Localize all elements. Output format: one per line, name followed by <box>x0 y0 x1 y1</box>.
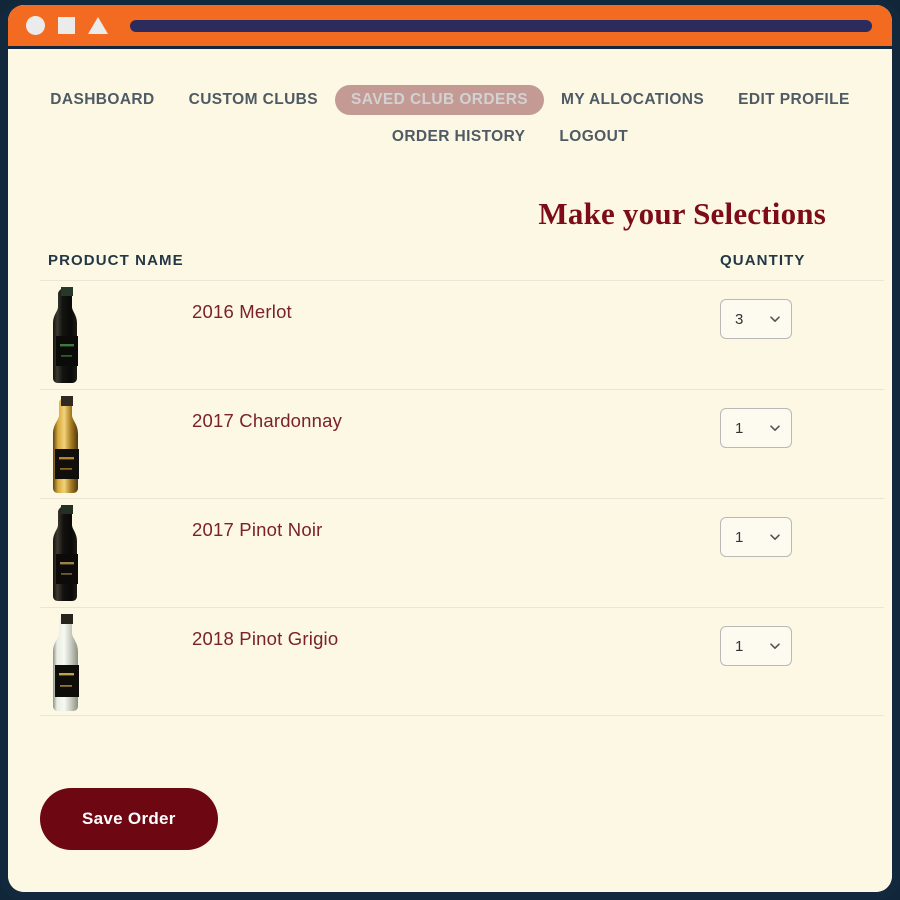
red-bottle-icon <box>53 286 78 383</box>
column-header-quantity: QUANTITY <box>720 252 806 269</box>
white-gold-bottle-icon <box>53 395 79 493</box>
quantity-value: 1 <box>735 419 744 437</box>
product-cell: 2018 Pinot Grigio <box>40 608 720 711</box>
browser-window: DASHBOARD CUSTOM CLUBS SAVED CLUB ORDERS… <box>0 0 900 900</box>
column-header-product-name: PRODUCT NAME <box>48 252 184 269</box>
chevron-down-icon <box>770 425 780 431</box>
product-name-link[interactable]: 2018 Pinot Grigio <box>192 608 338 650</box>
browser-titlebar <box>8 5 892 49</box>
window-controls <box>26 16 108 35</box>
quantity-select[interactable]: 1 <box>720 626 792 666</box>
quantity-value: 1 <box>735 637 744 655</box>
nav-row-secondary: ORDER HISTORY LOGOUT <box>8 123 892 151</box>
product-cell: 2016 Merlot <box>40 281 720 383</box>
product-thumbnail[interactable] <box>48 281 86 383</box>
save-order-button[interactable]: Save Order <box>40 788 218 850</box>
nav-item-dashboard[interactable]: DASHBOARD <box>33 86 171 114</box>
column-product: PRODUCT NAME <box>40 252 720 270</box>
quantity-cell: 3 <box>720 281 884 339</box>
quantity-select[interactable]: 3 <box>720 299 792 339</box>
main-navigation: DASHBOARD CUSTOM CLUBS SAVED CLUB ORDERS… <box>8 49 892 150</box>
product-cell: 2017 Chardonnay <box>40 390 720 493</box>
chevron-down-icon <box>770 316 780 322</box>
quantity-cell: 1 <box>720 390 884 448</box>
address-bar[interactable] <box>130 19 872 32</box>
red-bottle-icon <box>53 504 78 601</box>
table-row: 2017 Chardonnay 1 <box>40 389 884 498</box>
nav-row-primary: DASHBOARD CUSTOM CLUBS SAVED CLUB ORDERS… <box>8 85 892 115</box>
table-row: 2018 Pinot Grigio 1 <box>40 607 884 716</box>
nav-item-my-allocations[interactable]: MY ALLOCATIONS <box>544 86 721 114</box>
quantity-cell: 1 <box>720 499 884 557</box>
quantity-value: 1 <box>735 528 744 546</box>
product-name-link[interactable]: 2016 Merlot <box>192 281 292 323</box>
table-row: 2016 Merlot 3 <box>40 280 884 389</box>
triangle-icon[interactable] <box>88 17 108 34</box>
page-title: Make your Selections <box>538 196 826 231</box>
product-thumbnail[interactable] <box>48 499 86 601</box>
browser-viewport: DASHBOARD CUSTOM CLUBS SAVED CLUB ORDERS… <box>8 5 892 892</box>
nav-item-logout[interactable]: LOGOUT <box>542 123 645 151</box>
product-name-link[interactable]: 2017 Pinot Noir <box>192 499 323 541</box>
clear-bottle-icon <box>53 613 79 711</box>
quantity-select[interactable]: 1 <box>720 408 792 448</box>
selections-table: PRODUCT NAME QUANTITY 2016 Merlot 3 2017… <box>8 252 892 716</box>
quantity-cell: 1 <box>720 608 884 666</box>
circle-icon[interactable] <box>26 16 45 35</box>
page-content: DASHBOARD CUSTOM CLUBS SAVED CLUB ORDERS… <box>8 49 892 892</box>
table-row: 2017 Pinot Noir 1 <box>40 498 884 607</box>
nav-item-saved-club-orders[interactable]: SAVED CLUB ORDERS <box>335 85 545 115</box>
nav-item-custom-clubs[interactable]: CUSTOM CLUBS <box>172 86 335 114</box>
product-thumbnail[interactable] <box>48 608 86 711</box>
chevron-down-icon <box>770 643 780 649</box>
page-heading-wrap: Make your Selections <box>8 196 892 232</box>
chevron-down-icon <box>770 534 780 540</box>
column-quantity: QUANTITY <box>720 252 884 270</box>
nav-item-edit-profile[interactable]: EDIT PROFILE <box>721 86 867 114</box>
nav-item-order-history[interactable]: ORDER HISTORY <box>375 123 543 151</box>
product-cell: 2017 Pinot Noir <box>40 499 720 601</box>
quantity-value: 3 <box>735 310 744 328</box>
save-order-wrap: Save Order <box>40 788 218 850</box>
table-header-row: PRODUCT NAME QUANTITY <box>40 252 884 280</box>
quantity-select[interactable]: 1 <box>720 517 792 557</box>
product-name-link[interactable]: 2017 Chardonnay <box>192 390 342 432</box>
product-thumbnail[interactable] <box>48 390 86 493</box>
square-icon[interactable] <box>58 17 75 34</box>
